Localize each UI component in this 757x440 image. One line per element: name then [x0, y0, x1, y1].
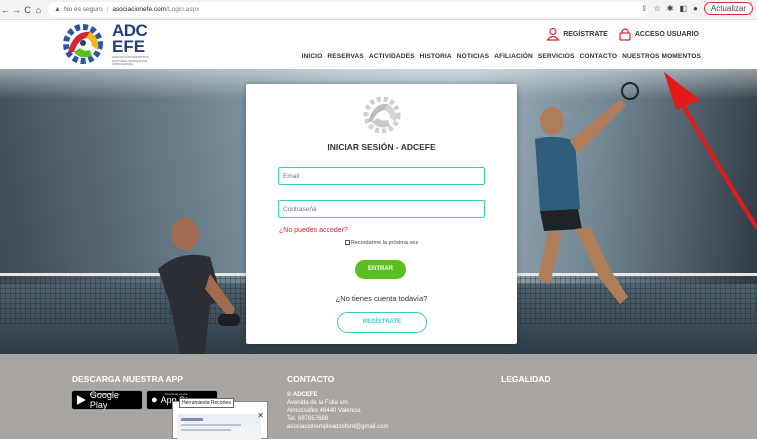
- adcefe-emblem-icon: [363, 96, 401, 134]
- thumb-line: [181, 424, 241, 426]
- menu-item-nuestros-momentos[interactable]: NUESTROS MOMENTOS: [622, 53, 701, 60]
- snip-tooltip: Herramienta Recortes: [179, 398, 234, 408]
- remember-checkbox[interactable]: [344, 240, 350, 246]
- remember-label: Recordarme la próxima vez: [350, 240, 419, 246]
- site-footer: DESCARGA NUESTRA APP DISPONIBLE EN Googl…: [0, 354, 757, 439]
- share-icon[interactable]: ⇪: [641, 4, 648, 13]
- contact-heading: CONTACTO: [287, 374, 335, 384]
- user-access-link[interactable]: ACCESO USUARIO: [618, 27, 699, 41]
- extensions-icon[interactable]: ✱: [667, 4, 674, 13]
- site-logo[interactable]: ADC EFE ASOCIACIÓN DEPORTIVA CULTURAL EM…: [60, 22, 150, 66]
- google-play-badge[interactable]: DISPONIBLE EN Google Play: [71, 390, 143, 410]
- app-store-small: Download on the: [165, 392, 188, 396]
- home-icon[interactable]: ⌂: [33, 5, 44, 15]
- user-access-label: ACCESO USUARIO: [634, 30, 699, 38]
- email-input[interactable]: [278, 167, 485, 185]
- menu-item-contacto[interactable]: CONTACTO: [580, 53, 618, 60]
- menu-item-reservas[interactable]: RESERVAS: [327, 53, 363, 60]
- contact-email[interactable]: asociacionempleadosford@gmail.com: [287, 423, 388, 431]
- contact-name: © ADCEFE: [287, 392, 318, 398]
- browser-actions: ⇪ ☆ ✱ ◧ ● Actualizar: [641, 2, 753, 15]
- player-left-image: [158, 218, 240, 354]
- sidebar-icon[interactable]: ◧: [679, 4, 687, 13]
- forgot-access-link[interactable]: ¿No puedes acceder?: [279, 227, 348, 234]
- no-account-text: ¿No tienes cuenta todavía?: [335, 294, 428, 303]
- star-icon[interactable]: ☆: [654, 4, 661, 13]
- contact-address2: Almussafes 46440 Valencia: [287, 408, 361, 414]
- thumb-line: [181, 429, 231, 431]
- menu-item-afiliacion[interactable]: AFILIACIÓN: [494, 53, 533, 60]
- player-right-image: [535, 82, 639, 304]
- login-title: INICIAR SESIÓN - ADCEFE: [327, 142, 436, 152]
- google-play-small: DISPONIBLE EN: [90, 392, 114, 396]
- lock-icon: [619, 28, 631, 41]
- main-menu: INICIO RESERVAS ACTIVIDADES HISTORIA NOT…: [302, 53, 701, 60]
- address-bar[interactable]: ▲ No es seguro | asociacionefe.com /Logi…: [48, 2, 648, 17]
- url-path: /Login.aspx: [166, 6, 200, 13]
- register-link-label: REGÍSTRATE: [563, 30, 608, 38]
- register-button[interactable]: REGÍSTRATE: [337, 312, 427, 333]
- apple-icon: ●: [151, 394, 158, 406]
- play-store-icon: [76, 395, 86, 405]
- warning-icon: ▲: [54, 6, 61, 13]
- contact-address1: Avenida de la Folla s/n.: [287, 400, 350, 406]
- login-card: INICIAR SESIÓN - ADCEFE ¿No puedes acced…: [246, 84, 517, 344]
- auth-links: REGÍSTRATE ACCESO USUARIO: [546, 27, 699, 41]
- menu-item-actividades[interactable]: ACTIVIDADES: [369, 53, 415, 60]
- close-icon[interactable]: ✕: [257, 411, 264, 420]
- menu-item-noticias[interactable]: NOTICIAS: [457, 53, 489, 60]
- legal-heading[interactable]: LEGALIDAD: [501, 374, 551, 384]
- security-label: No es seguro: [63, 6, 103, 13]
- gear-logo-icon: [63, 24, 103, 64]
- browser-toolbar: ← → C ⌂ ▲ No es seguro | asociacionefe.c…: [0, 0, 757, 20]
- address-separator: |: [106, 6, 109, 13]
- contact-info: © ADCEFE Avenida de la Folla s/n. Almuss…: [287, 391, 388, 431]
- menu-item-servicios[interactable]: SERVICIOS: [538, 53, 575, 60]
- thumb-line: [181, 418, 203, 421]
- back-arrow-icon[interactable]: ←: [0, 5, 11, 15]
- password-input[interactable]: [278, 200, 485, 218]
- update-button[interactable]: Actualizar: [703, 2, 753, 15]
- menu-item-historia[interactable]: HISTORIA: [420, 53, 452, 60]
- app-download-heading: DESCARGA NUESTRA APP: [72, 374, 183, 384]
- reload-icon[interactable]: C: [22, 5, 33, 15]
- snip-thumbnail: [177, 414, 261, 440]
- remember-me[interactable]: Recordarme la próxima vez: [246, 240, 517, 246]
- site-header: ADC EFE ASOCIACIÓN DEPORTIVA CULTURAL EM…: [0, 20, 757, 69]
- user-icon: [546, 27, 560, 41]
- logo-tagline: ASOCIACIÓN DEPORTIVA CULTURAL EMPLEADOS …: [112, 55, 149, 66]
- profile-icon[interactable]: ●: [693, 4, 698, 13]
- forward-arrow-icon[interactable]: →: [11, 5, 22, 15]
- register-link[interactable]: REGÍSTRATE: [546, 27, 608, 41]
- url-host: asociacionefe.com: [112, 6, 167, 13]
- contact-phone: Tel. 697857688: [287, 416, 329, 422]
- logo-text-line2: EFE: [112, 37, 146, 56]
- menu-item-inicio[interactable]: INICIO: [302, 53, 323, 60]
- login-button[interactable]: ENTRAR: [355, 260, 406, 279]
